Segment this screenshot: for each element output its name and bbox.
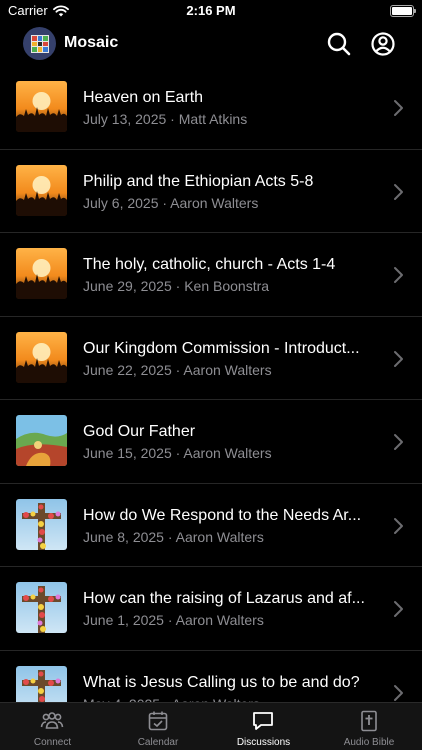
discussion-row[interactable]: How do We Respond to the Needs Ar... June… xyxy=(0,484,422,567)
tab-label: Discussions xyxy=(236,737,291,748)
chevron-right-icon xyxy=(394,601,403,617)
discussion-speaker: Aaron Walters xyxy=(170,194,259,211)
discussion-speaker: Aaron Walters xyxy=(183,445,272,461)
chevron-right-icon xyxy=(394,684,403,701)
tab-calendar[interactable]: Calendar xyxy=(106,703,211,750)
battery-icon xyxy=(390,5,416,17)
discussion-meta: June 1, 2025 · Aaron Walters xyxy=(83,612,383,628)
meta-separator: · xyxy=(163,612,176,628)
meta-separator: · xyxy=(158,194,171,211)
discussion-row[interactable]: Philip and the Ethiopian Acts 5-8 July 6,… xyxy=(0,150,422,233)
discussion-row[interactable]: Heaven on Earth July 13, 2025 · Matt Atki… xyxy=(0,66,422,150)
discussion-title: Philip and the Ethiopian Acts 5-8 xyxy=(83,172,314,190)
discussion-date: June 29, 2025 xyxy=(83,278,172,294)
discussion-meta: June 22, 2025 · Aaron Walters xyxy=(83,362,383,378)
discussion-meta: July 6, 2025 · Aaron Walters xyxy=(83,195,383,211)
discussion-thumbnail xyxy=(16,81,67,132)
discussion-date: July 6, 2025 xyxy=(83,194,159,211)
discussion-speaker: Aaron Walters xyxy=(175,612,264,628)
tab-bar: Connect Calendar Discussions Audio Bible xyxy=(0,702,422,750)
people-icon xyxy=(40,712,64,729)
discussion-title: God Our Father xyxy=(83,423,196,440)
discussion-speaker: Matt Atkins xyxy=(178,111,248,127)
bible-icon xyxy=(360,710,377,732)
discussion-row[interactable]: The holy, catholic, church - Acts 1-4 Jun… xyxy=(0,233,422,317)
status-time: 2:16 PM xyxy=(186,3,236,18)
profile-icon[interactable] xyxy=(370,31,396,57)
tab-discussions[interactable]: Discussions xyxy=(211,703,316,750)
discussion-date: June 22, 2025 xyxy=(83,361,172,378)
meta-separator: · xyxy=(163,528,176,545)
calendar-icon xyxy=(148,711,167,731)
discussion-thumbnail xyxy=(16,331,67,383)
tab-label: Connect xyxy=(33,737,72,748)
discussion-title: What is Jesus Calling us to be and do? xyxy=(83,673,360,691)
discussion-thumbnail xyxy=(16,164,67,216)
discussion-date: July 13, 2025 xyxy=(83,111,167,127)
app-logo[interactable] xyxy=(23,27,56,60)
discussion-date: June 15, 2025 xyxy=(83,445,172,461)
navigation-bar: Mosaic xyxy=(0,26,422,62)
discussion-meta: June 15, 2025 · Aaron Walters xyxy=(83,445,383,461)
discussion-meta: June 29, 2025 · Ken Boonstra xyxy=(83,278,383,294)
discussion-title: The holy, catholic, church - Acts 1-4 xyxy=(83,256,336,273)
discussion-speaker: Aaron Walters xyxy=(183,361,272,378)
discussion-title: Heaven on Earth xyxy=(83,89,204,106)
chevron-right-icon xyxy=(394,517,403,534)
discussion-thumbnail xyxy=(16,582,67,633)
app-title: Mosaic xyxy=(64,34,119,51)
discussion-title: How can the raising of Lazarus and af... xyxy=(83,590,365,607)
chevron-right-icon xyxy=(394,350,403,367)
meta-separator: · xyxy=(171,278,185,294)
discussion-meta: June 8, 2025 · Aaron Walters xyxy=(83,529,383,545)
discussion-row[interactable]: God Our Father June 15, 2025 · Aaron Walt… xyxy=(0,400,422,484)
discussion-thumbnail xyxy=(16,248,67,299)
discussion-row[interactable]: What is Jesus Calling us to be and do?Ma… xyxy=(0,651,422,702)
chevron-right-icon xyxy=(394,100,403,116)
tab-label: Calendar xyxy=(137,737,179,748)
chevron-right-icon xyxy=(394,267,403,283)
chat-icon xyxy=(253,712,273,730)
discussion-title: Our Kingdom Commission - Introduct... xyxy=(83,339,360,357)
meta-separator: · xyxy=(171,361,184,378)
tab-label: Audio Bible xyxy=(343,737,395,748)
discussion-date: June 8, 2025 xyxy=(83,528,164,545)
meta-separator: · xyxy=(166,111,179,127)
discussion-thumbnail xyxy=(16,498,67,550)
meta-separator: · xyxy=(171,445,184,461)
discussion-date: June 1, 2025 xyxy=(83,612,164,628)
discussion-speaker: Aaron Walters xyxy=(175,528,264,545)
discussion-list: Heaven on Earth July 13, 2025 · Matt Atki… xyxy=(0,66,422,702)
chevron-right-icon xyxy=(394,183,403,200)
discussion-row[interactable]: Our Kingdom Commission - Introduct... Jun… xyxy=(0,317,422,400)
discussion-row[interactable]: How can the raising of Lazarus and af...… xyxy=(0,567,422,651)
search-icon[interactable] xyxy=(326,31,352,57)
discussion-speaker: Ken Boonstra xyxy=(184,278,270,294)
tab-connect[interactable]: Connect xyxy=(0,703,105,750)
tab-audio-bible[interactable]: Audio Bible xyxy=(317,703,422,750)
discussion-thumbnail xyxy=(16,415,67,466)
mosaic-logo-icon xyxy=(30,34,49,53)
discussion-title: How do We Respond to the Needs Ar... xyxy=(83,506,362,524)
discussion-meta: July 13, 2025 · Matt Atkins xyxy=(83,111,383,127)
discussion-thumbnail xyxy=(16,665,67,702)
status-bar: Carrier 2:16 PM xyxy=(0,0,422,24)
chevron-right-icon xyxy=(394,434,403,450)
